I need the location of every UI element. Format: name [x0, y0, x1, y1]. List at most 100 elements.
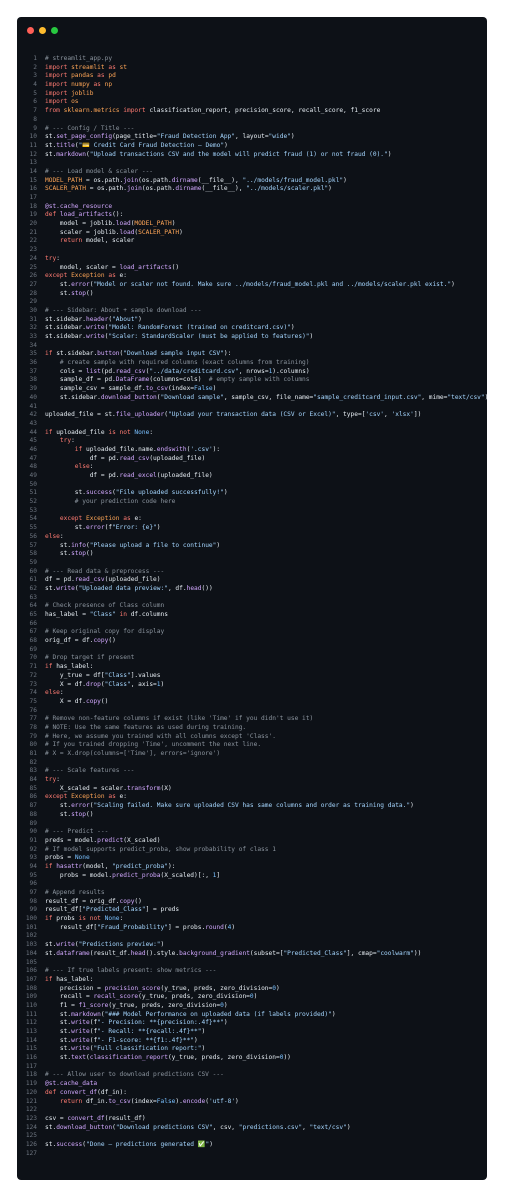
- code-line: 15 MODEL_PATH = os.path.join(os.path.dirn…: [17, 177, 487, 186]
- line-text: uploaded_file = st.file_uploader("Upload…: [45, 411, 421, 420]
- code-line: 67 # Keep original copy for display: [17, 628, 487, 637]
- code-token: background_gradient: [179, 949, 250, 957]
- line-text: result_df["Predicted_Class"] = preds: [45, 906, 179, 915]
- line-text: if uploaded_file.name.endswith('.csv'):: [45, 446, 220, 455]
- line-text: st.dataframe(result_df.head().style.back…: [45, 950, 421, 959]
- code-token: recall =: [45, 993, 94, 1001]
- code-token: "text/csv": [447, 393, 485, 401]
- code-token: transform: [126, 784, 161, 792]
- code-token: if: [45, 915, 57, 923]
- code-token: ().style.: [145, 949, 180, 957]
- line-text: model = joblib.load(MODEL_PATH): [45, 220, 176, 229]
- code-token: (result_df): [104, 1114, 146, 1122]
- line-text: X = df.drop("Class", axis=1): [45, 681, 164, 690]
- code-line: 107 if has_label:: [17, 976, 487, 985]
- code-token: "coolwarm": [376, 949, 414, 957]
- code-token: has_label:: [56, 663, 94, 671]
- line-number: 88: [29, 810, 37, 818]
- line-number: 27: [29, 280, 37, 288]
- line-text: # your prediction code here: [45, 498, 176, 507]
- code-token: in: [119, 611, 131, 618]
- code-token: round: [205, 923, 224, 931]
- code-line: 118 # --- Allow user to download predicti…: [17, 1071, 487, 1080]
- code-line: 83 # --- Scale features ---: [17, 767, 487, 776]
- minimize-window-button[interactable]: [39, 27, 46, 34]
- code-line: 22 return model, scaler: [17, 237, 487, 246]
- line-number: 67: [29, 628, 37, 636]
- code-line: 52 # your prediction code here: [17, 498, 487, 507]
- code-token: "../data/creditcard.csv": [149, 367, 239, 375]
- code-line: 72 y_true = df["Class"].values: [17, 672, 487, 681]
- code-token: st.: [45, 133, 57, 141]
- line-number: 54: [29, 515, 37, 523]
- code-line: 88 st.stop(): [17, 811, 487, 820]
- code-token: except: [45, 515, 86, 523]
- code-token: ): [328, 185, 332, 193]
- code-token: st.: [45, 802, 72, 810]
- line-text: # --- Read data & preprocess ---: [45, 568, 164, 577]
- code-token: read_csv: [115, 367, 146, 375]
- line-number: 55: [29, 524, 37, 532]
- code-token: (uploaded_file): [104, 576, 161, 584]
- code-token: "Scaler: StandardScaler (must be applied…: [108, 333, 310, 340]
- code-token: ): [290, 324, 295, 332]
- code-token: # --- Sidebar: About + sample download -…: [45, 306, 202, 314]
- line-text: except Exception as e:: [45, 272, 127, 281]
- code-token: read_csv: [119, 454, 150, 462]
- line-number: 68: [29, 637, 37, 645]
- code-token: "Fraud_Probability": [97, 923, 168, 931]
- code-token: write: [85, 333, 105, 340]
- maximize-window-button[interactable]: [51, 27, 58, 34]
- line-text: # --- Scale features ---: [45, 767, 134, 776]
- close-window-button[interactable]: [27, 27, 34, 34]
- code-token: # Drop target if present: [45, 654, 135, 662]
- line-number: 62: [29, 584, 37, 592]
- code-token: )): [413, 949, 422, 957]
- code-token: (): [171, 263, 180, 271]
- code-line: 48 else:: [17, 463, 487, 472]
- code-token: except: [45, 272, 72, 280]
- line-text: # Remove non-feature columns if exist (l…: [45, 715, 313, 724]
- code-token: markdown: [71, 1010, 101, 1018]
- code-token: None: [134, 428, 150, 436]
- line-text: # create sample with required columns (e…: [45, 359, 310, 368]
- line-number: 94: [29, 862, 37, 870]
- line-number: 18: [29, 202, 37, 210]
- code-line: 122: [17, 1106, 487, 1115]
- line-text: # --- Predict ---: [45, 828, 108, 837]
- line-text: if st.sidebar.button("Download sample in…: [45, 350, 231, 359]
- code-token: write: [71, 1045, 90, 1053]
- line-number: 15: [29, 176, 37, 184]
- code-token: # --- Load model & scaler ---: [45, 167, 154, 175]
- code-token: read_excel: [119, 472, 157, 479]
- line-text: df = pd.read_csv(uploaded_file): [45, 454, 206, 464]
- code-line: 44 if uploaded_file is not None:: [17, 429, 487, 438]
- code-token: joblib: [71, 89, 94, 97]
- code-token: DataFrame: [115, 376, 150, 384]
- line-text: if has_label:: [45, 663, 93, 672]
- code-line: 76: [17, 707, 487, 716]
- code-line: 57 st.info("Please upload a file to cont…: [17, 542, 487, 551]
- code-token: success: [85, 489, 113, 497]
- line-number: 33: [29, 333, 37, 340]
- line-number: 41: [29, 402, 37, 410]
- code-line: 78 # NOTE: Use the same features as used …: [17, 724, 487, 733]
- code-token: ): [156, 524, 161, 532]
- code-token: (): [85, 810, 94, 818]
- code-token: (columns=cols): [149, 376, 209, 384]
- code-token: ): [201, 1045, 206, 1053]
- code-line: 30 # --- Sidebar: About + sample download…: [17, 307, 487, 316]
- code-token: result_df = orig_df.: [45, 897, 120, 905]
- line-number: 101: [25, 923, 37, 931]
- code-token: ): [387, 150, 392, 158]
- line-number: 23: [29, 246, 37, 254]
- code-token: f1_score: [78, 1001, 109, 1009]
- code-line: 74 else:: [17, 689, 487, 698]
- code-token: , layout=: [235, 133, 269, 141]
- code-token: :: [59, 532, 64, 540]
- line-number: 22: [29, 237, 37, 245]
- code-token: ): [276, 984, 280, 992]
- code-token: load_artifacts: [59, 211, 113, 219]
- code-token: as: [97, 72, 109, 80]
- code-line: 20 model = joblib.load(MODEL_PATH): [17, 220, 487, 229]
